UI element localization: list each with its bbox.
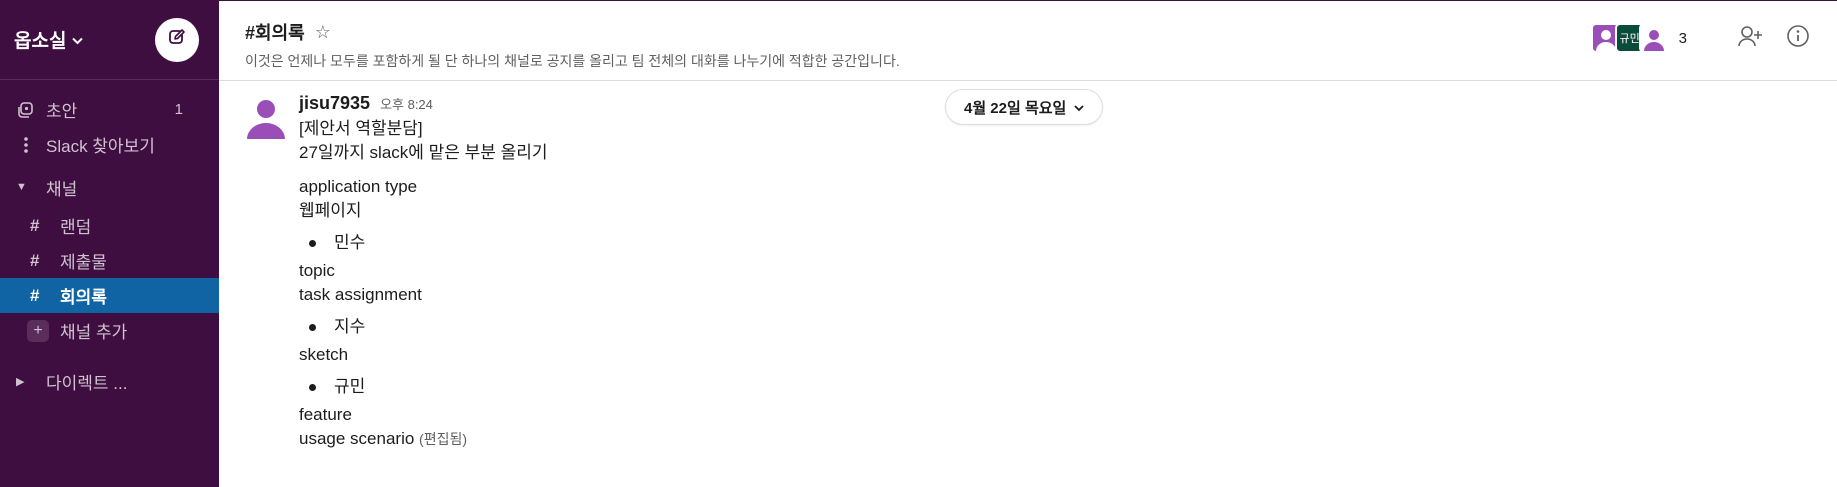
plus-icon: + xyxy=(27,319,49,342)
bullet-icon xyxy=(309,239,316,247)
hash-icon: # xyxy=(30,285,40,305)
channel-label: 제출물 xyxy=(60,253,107,272)
hash-icon: # xyxy=(30,215,40,235)
avatar-initials: 규민 xyxy=(1619,33,1640,45)
message-line-last: usage scenario (편집됨) xyxy=(299,427,548,451)
add-channel-button[interactable]: + 채널 추가 xyxy=(0,313,219,348)
message-line: topic xyxy=(299,261,335,280)
message-line: usage scenario xyxy=(299,429,415,448)
message-line: 27일까지 slack에 맡은 부분 올리기 xyxy=(299,143,548,162)
channels-section-toggle[interactable]: ▼ 채널 xyxy=(0,166,219,208)
compose-icon xyxy=(167,27,187,52)
channel-topic: 이것은 언제나 모두를 포함하게 될 단 하나의 채널로 공지를 올리고 팀 전… xyxy=(245,53,900,69)
message[interactable]: jisu7935 오후 8:24 [제안서 역할분담] 27일까지 slack에… xyxy=(243,91,1837,451)
caret-right-icon: ▶ xyxy=(16,375,25,388)
workspace-switcher[interactable]: 옵소실 xyxy=(14,26,84,53)
add-member-button[interactable] xyxy=(1735,23,1765,53)
main-pane: #회의록 ☆ 이것은 언제나 모두를 포함하게 될 단 하나의 채널로 공지를 … xyxy=(219,0,1837,487)
bullet-icon xyxy=(309,383,316,391)
channel-label: 회의록 xyxy=(60,288,107,307)
sidebar-item-channel-submissions[interactable]: # 제출물 xyxy=(0,243,219,278)
avatar xyxy=(1638,23,1669,53)
hash-icon: # xyxy=(30,250,40,270)
message-line: application type xyxy=(299,177,418,196)
sidebar-nav: 초안 1 Slack 찾아보기 ▼ 채널 # 랜덤 # 제출물 # 회의록 + … xyxy=(0,80,219,402)
sidebar-item-browse-slack[interactable]: Slack 찾아보기 xyxy=(0,127,219,162)
message-timestamp[interactable]: 오후 8:24 xyxy=(380,93,433,117)
message-author[interactable]: jisu7935 xyxy=(299,91,370,115)
member-count: 3 xyxy=(1678,29,1687,47)
list-item: 지수 xyxy=(299,315,548,339)
add-person-icon xyxy=(1737,24,1763,53)
sidebar: 옵소실 초안 1 Slack 찾아보기 ▼ 채널 # 랜덤 # 제출물 # 회의… xyxy=(0,0,219,487)
direct-messages-section-toggle[interactable]: ▶ 다이렉트 ... xyxy=(0,360,219,402)
channel-header: #회의록 ☆ 이것은 언제나 모두를 포함하게 될 단 하나의 채널로 공지를 … xyxy=(219,1,1837,81)
star-icon[interactable]: ☆ xyxy=(315,22,331,43)
list-item: 민수 xyxy=(299,231,548,255)
chevron-down-icon xyxy=(72,34,84,48)
list-item-text: 규민 xyxy=(334,377,366,396)
workspace-header: 옵소실 xyxy=(0,0,219,80)
edited-marker: (편집됨) xyxy=(419,431,468,447)
compose-button[interactable] xyxy=(155,17,199,62)
list-item: 규민 xyxy=(299,375,548,399)
message-line: sketch xyxy=(299,345,349,364)
drafts-icon xyxy=(14,101,38,119)
workspace-name: 옵소실 xyxy=(14,31,67,52)
channel-details-button[interactable] xyxy=(1783,23,1813,53)
message-line: feature xyxy=(299,405,352,424)
sidebar-item-label: 초안 xyxy=(46,102,78,121)
channel-label: 랜덤 xyxy=(60,218,92,237)
more-vertical-icon xyxy=(14,136,38,154)
list-item-text: 지수 xyxy=(334,317,366,336)
sidebar-item-channel-minutes[interactable]: # 회의록 xyxy=(0,278,219,313)
member-avatars-button[interactable]: 규민 3 xyxy=(1590,23,1717,53)
message-line: [제안서 역할분담] xyxy=(299,119,423,138)
message-line: 웹페이지 xyxy=(299,201,362,220)
channels-section-label: 채널 xyxy=(46,179,78,199)
message-line: task assignment xyxy=(299,285,422,304)
avatar[interactable] xyxy=(243,93,289,139)
add-channel-label: 채널 추가 xyxy=(60,323,128,342)
channel-title[interactable]: #회의록 xyxy=(245,19,305,45)
list-item-text: 민수 xyxy=(334,233,366,252)
bullet-icon xyxy=(309,323,316,331)
channel-title-row: #회의록 ☆ xyxy=(245,19,1811,45)
drafts-count: 1 xyxy=(174,101,183,118)
sidebar-item-channel-random[interactable]: # 랜덤 xyxy=(0,208,219,243)
sidebar-item-label: Slack 찾아보기 xyxy=(46,137,155,156)
caret-down-icon: ▼ xyxy=(16,181,27,193)
message-meta: jisu7935 오후 8:24 xyxy=(299,91,548,117)
info-icon xyxy=(1786,24,1810,53)
message-list: jisu7935 오후 8:24 [제안서 역할분담] 27일까지 slack에… xyxy=(219,81,1837,451)
sidebar-item-drafts[interactable]: 초안 1 xyxy=(0,92,219,127)
dm-section-label: 다이렉트 ... xyxy=(46,373,128,393)
message-body: jisu7935 오후 8:24 [제안서 역할분담] 27일까지 slack에… xyxy=(299,91,548,451)
header-actions: 규민 3 xyxy=(1590,23,1813,53)
